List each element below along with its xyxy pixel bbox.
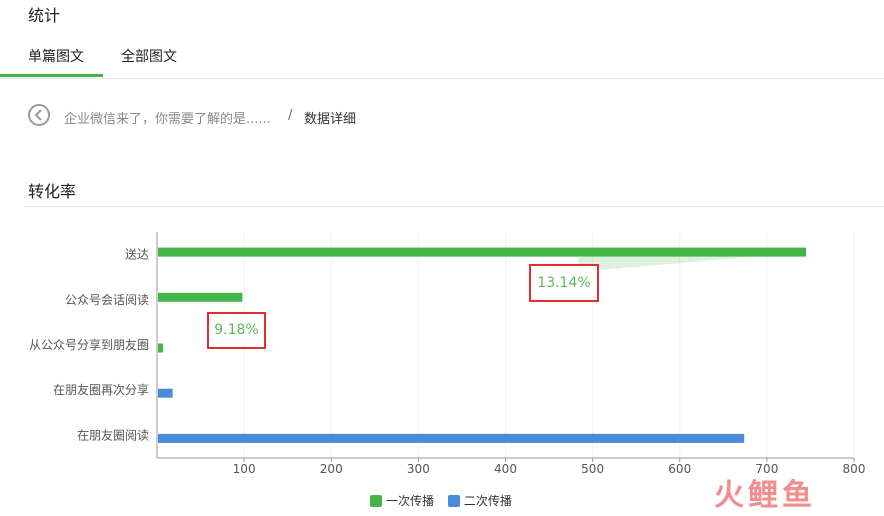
page-title: 统计 bbox=[28, 6, 61, 25]
tab-single-article[interactable]: 单篇图文 bbox=[28, 46, 84, 66]
x-tick-label: 400 bbox=[494, 462, 517, 476]
y-tick-label: 在朋友圈阅读 bbox=[77, 428, 149, 442]
legend-label: 一次传播 bbox=[386, 494, 435, 508]
legend-swatch bbox=[370, 494, 382, 507]
legend-item-series-1[interactable]: 一次传播 bbox=[370, 492, 434, 509]
bar bbox=[158, 292, 243, 302]
active-tab-indicator bbox=[0, 74, 103, 77]
chevron-left-icon bbox=[34, 109, 42, 121]
legend-item-series-2[interactable]: 二次传播 bbox=[447, 492, 512, 509]
y-tick-label: 从公众号分享到朋友圈 bbox=[29, 337, 149, 352]
section-title: 转化率 bbox=[28, 182, 77, 201]
bar bbox=[158, 388, 173, 398]
tab-all-articles[interactable]: 全部图文 bbox=[121, 46, 177, 66]
y-tick-label: 公众号会话阅读 bbox=[65, 293, 149, 307]
x-tick-label: 500 bbox=[581, 462, 604, 476]
y-tick-label: 送达 bbox=[125, 247, 149, 262]
legend-label: 二次传播 bbox=[463, 494, 512, 508]
x-tick-label: 800 bbox=[843, 462, 866, 476]
bar bbox=[158, 433, 745, 443]
breadcrumb-article-link[interactable]: 企业微信来了，你需要了解的是...... bbox=[64, 108, 271, 127]
breadcrumb-separator: / bbox=[288, 108, 293, 123]
watermark-text: 火鲤鱼 bbox=[714, 478, 816, 513]
tab-bar: 单篇图文 全部图文 bbox=[0, 36, 884, 79]
bar bbox=[158, 343, 164, 353]
x-tick-label: 300 bbox=[407, 462, 430, 476]
watermark-logo: 火鲤鱼 bbox=[714, 470, 816, 514]
x-tick-label: 100 bbox=[233, 462, 256, 476]
chart-legend: 一次传播 二次传播 bbox=[370, 492, 522, 510]
conversion-bar-chart: 100 200 300 400 500 600 700 800送达公众号会话阅读从公众号分享到… bbox=[29, 232, 866, 476]
bar bbox=[158, 247, 807, 257]
back-button[interactable] bbox=[28, 104, 50, 126]
breadcrumb-current: 数据详细 bbox=[304, 112, 357, 127]
section-divider bbox=[24, 206, 884, 207]
legend-swatch bbox=[447, 494, 460, 507]
conversion-rate-callout: 9.18% bbox=[207, 312, 266, 349]
x-tick-label: 600 bbox=[668, 462, 691, 476]
x-tick-label: 200 bbox=[320, 462, 343, 476]
y-tick-label: 在朋友圈再次分享 bbox=[53, 382, 149, 397]
conversion-rate-callout: 13.14% bbox=[529, 264, 599, 302]
